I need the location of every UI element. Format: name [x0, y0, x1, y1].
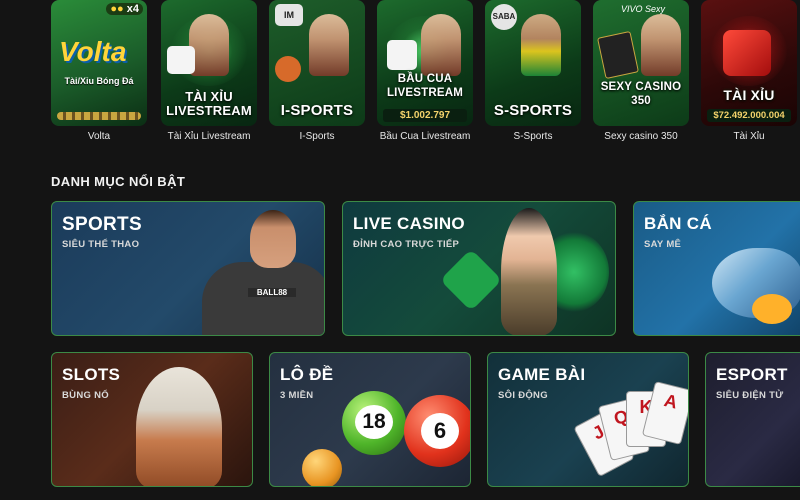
tile-label-taixiu-livestream: Tài Xỉu Livestream — [167, 131, 251, 142]
player-shirt — [202, 262, 324, 335]
category-desc: SIÊU ĐIỆN TỬ — [716, 390, 784, 401]
game-tile-taixiu-livestream[interactable]: TÀI XỈU LIVESTREAM — [161, 0, 257, 126]
tile-title: SEXY CASINO 350 — [600, 81, 682, 107]
volta-footer-strip — [57, 112, 141, 120]
dice-icon — [723, 30, 771, 76]
game-tile-taixiu[interactable]: TÀI XỈU $72.492.000.004 — [701, 0, 797, 126]
category-name: BẮN CÁ — [644, 214, 712, 233]
category-name: SLOTS — [62, 365, 121, 384]
ball-number: 6 — [421, 413, 459, 449]
saba-logo-icon: SABA — [491, 4, 517, 30]
player-figure — [309, 14, 349, 76]
game-tile-isports[interactable]: IM I-SPORTS — [269, 0, 365, 126]
category-card-sports[interactable]: BALL88 SPORTS SIÊU THỂ THAO — [51, 201, 325, 336]
category-desc: SIÊU THỂ THAO — [62, 239, 140, 250]
tile-label-baucua-livestream: Bầu Cua Livestream — [379, 131, 471, 142]
tile-title: BẦU CUA LIVESTREAM — [386, 73, 464, 99]
ball-number: 18 — [355, 405, 393, 439]
category-name: LÔ ĐỀ — [280, 365, 334, 384]
host-figure — [189, 14, 229, 76]
tile-label-volta: Volta — [87, 131, 111, 142]
category-card-ban-ca[interactable]: BẮN CÁ SAY MÊ — [633, 201, 800, 336]
category-card-live-casino[interactable]: LIVE CASINO ĐỈNH CAO TRỰC TIẾP — [342, 201, 616, 336]
tile-title: TÀI XỈU LIVESTREAM — [166, 89, 252, 118]
basketball-icon — [275, 56, 301, 82]
section-title: DANH MỤC NỔI BẬT — [51, 174, 186, 189]
tile-title: TÀI XỈU — [723, 87, 775, 103]
host-figure — [421, 14, 461, 76]
shirt-logo: BALL88 — [248, 288, 296, 297]
category-desc: SÔI ĐỘNG — [498, 390, 548, 401]
category-card-slots[interactable]: SLOTS BÙNG NỔ — [51, 352, 253, 487]
tile-title: S-SPORTS — [493, 102, 573, 119]
player-figure — [521, 14, 561, 76]
game-tile-sexy-casino[interactable]: VIVO Sexy SEXY CASINO 350 — [593, 0, 689, 126]
tile-label-isports: I-Sports — [299, 131, 335, 142]
im-logo-icon: IM — [275, 4, 303, 26]
category-name: LIVE CASINO — [353, 214, 465, 233]
jackpot-amount: $1.002.797 — [383, 109, 467, 122]
spade-icon — [439, 248, 503, 312]
lottery-ball-red: 6 — [404, 395, 470, 467]
dealer-figure — [501, 208, 557, 335]
player-figure — [250, 210, 296, 268]
provider-logo: VIVO Sexy — [620, 4, 665, 14]
tile-label-sexy-casino: Sexy casino 350 — [604, 131, 678, 142]
coin-icon: ●● — [110, 3, 124, 15]
category-name: SPORTS — [62, 214, 142, 235]
tile-title: I-SPORTS — [280, 102, 354, 119]
tile-label-ssports: S-Sports — [513, 131, 553, 142]
category-desc: SAY MÊ — [644, 239, 682, 250]
host-figure — [641, 14, 681, 76]
zeus-figure — [136, 367, 222, 486]
category-desc: 3 MIỀN — [280, 390, 314, 401]
category-card-esport[interactable]: ESPORT SIÊU ĐIỆN TỬ — [705, 352, 800, 487]
tile-label-taixiu: Tài Xỉu — [733, 131, 765, 142]
fish-icon — [752, 294, 792, 324]
category-desc: ĐỈNH CAO TRỰC TIẾP — [353, 239, 460, 250]
jackpot-amount: $72.492.000.004 — [707, 109, 791, 122]
baucua-dice-icon — [387, 40, 417, 70]
game-tiles-row: ●● x4 Volta Tài/Xỉu Bóng Đá Volta TÀI XỈ… — [0, 0, 800, 150]
volta-logo: Volta — [59, 36, 127, 67]
lottery-ball-orange — [302, 449, 342, 486]
dice-icon — [167, 46, 195, 74]
category-card-lo-de[interactable]: 18 6 LÔ ĐỀ 3 MIỀN — [269, 352, 471, 487]
card-icon — [597, 30, 639, 80]
volta-subtitle: Tài/Xỉu Bóng Đá — [64, 76, 134, 86]
category-name: ESPORT — [716, 365, 788, 384]
coin-multiplier: ●● x4 — [106, 3, 143, 15]
game-tile-ssports[interactable]: SABA S-SPORTS — [485, 0, 581, 126]
category-name: GAME BÀI — [498, 365, 586, 384]
category-card-game-bai[interactable]: J Q K A GAME BÀI SÔI ĐỘNG — [487, 352, 689, 487]
game-tile-baucua-livestream[interactable]: BẦU CUA LIVESTREAM $1.002.797 — [377, 0, 473, 126]
game-tile-volta[interactable]: ●● x4 Volta Tài/Xỉu Bóng Đá — [51, 0, 147, 126]
lottery-ball-green: 18 — [342, 391, 406, 455]
category-desc: BÙNG NỔ — [62, 390, 109, 401]
